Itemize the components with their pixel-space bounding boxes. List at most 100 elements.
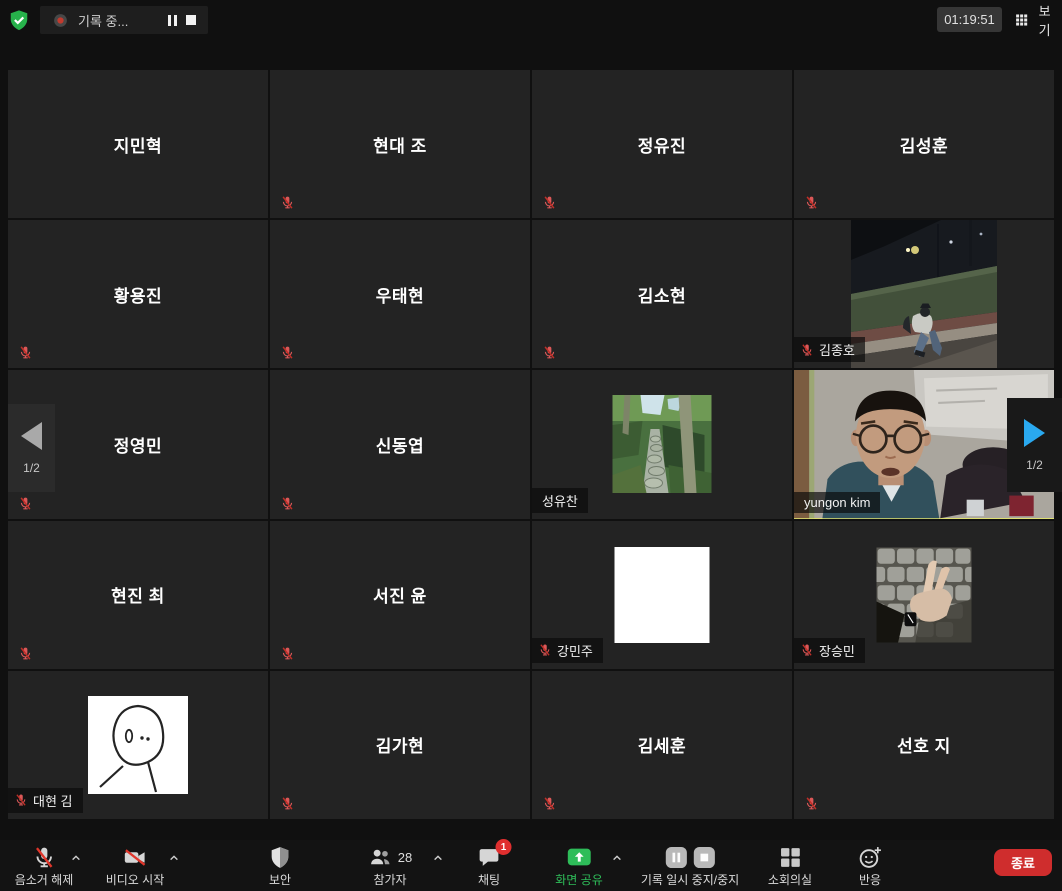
participant-name: 신동엽	[270, 370, 530, 518]
meeting-security-shield-icon[interactable]	[8, 9, 30, 31]
participant-tile[interactable]: 대현 김	[8, 671, 268, 819]
previous-page-button[interactable]: 1/2	[8, 404, 55, 492]
record-dot-icon	[52, 12, 69, 29]
participant-name: yungon kim	[804, 495, 870, 510]
participant-tile[interactable]: 장승민	[794, 521, 1054, 669]
stop-recording-icon[interactable]	[692, 846, 715, 869]
unmute-button[interactable]: 음소거 해제	[15, 845, 74, 888]
participant-name: 황용진	[8, 220, 268, 368]
participant-name: 김종호	[819, 340, 855, 359]
share-options-chevron[interactable]	[611, 852, 623, 864]
breakout-rooms-label: 소회의실	[768, 871, 812, 888]
name-tag: 성유찬	[532, 488, 588, 513]
reactions-label: 반응	[859, 871, 881, 888]
share-screen-button[interactable]: 화면 공유	[555, 845, 603, 888]
meeting-toolbar: 음소거 해제 비디오 시작 보안 28 참가자 1 채팅 화면 공유 기록	[0, 840, 1062, 891]
participant-name: 현대 조	[270, 70, 530, 218]
participants-button[interactable]: 28 참가자	[368, 845, 412, 888]
video-thumbnail-night-scene	[851, 220, 997, 368]
view-button[interactable]: 보기	[1009, 8, 1062, 31]
muted-mic-icon	[18, 345, 33, 360]
muted-mic-icon	[280, 496, 295, 511]
participant-tile[interactable]: 신동엽	[270, 370, 530, 518]
name-tag: 장승민	[794, 638, 865, 663]
participant-name: 현진 최	[8, 521, 268, 669]
participant-name: 김성훈	[794, 70, 1054, 218]
participants-label: 참가자	[373, 871, 406, 888]
participant-grid: 지민혁 현대 조 정유진 김성훈 황용진 우태현 김소현	[8, 70, 1054, 819]
participant-tile[interactable]: 황용진	[8, 220, 268, 368]
participant-name: 성유찬	[542, 491, 578, 510]
name-tag: yungon kim	[794, 492, 880, 513]
pause-recording-button[interactable]	[168, 15, 177, 26]
recording-controls-label: 기록 일시 중지/중지	[641, 871, 739, 888]
breakout-rooms-icon	[777, 845, 802, 870]
previous-page-arrow-icon	[21, 422, 42, 450]
participant-name: 김세훈	[532, 671, 792, 819]
security-label: 보안	[269, 871, 291, 888]
start-video-button[interactable]: 비디오 시작	[106, 845, 165, 888]
participants-icon	[368, 845, 393, 870]
gallery-view-icon	[1015, 13, 1028, 27]
participant-tile[interactable]: 우태현	[270, 220, 530, 368]
participant-name: 김소현	[532, 220, 792, 368]
name-tag: 김종호	[794, 337, 865, 362]
chat-button[interactable]: 1 채팅	[477, 845, 502, 888]
participant-tile[interactable]: 선호 지	[794, 671, 1054, 819]
profile-image-forest-path	[613, 395, 712, 493]
participant-tile[interactable]: 강민주	[532, 521, 792, 669]
muted-mic-icon	[538, 643, 552, 657]
share-screen-label: 화면 공유	[555, 871, 603, 888]
start-video-label: 비디오 시작	[106, 871, 165, 888]
muted-mic-icon	[542, 345, 557, 360]
name-tag: 대현 김	[8, 788, 83, 813]
participant-tile[interactable]: 성유찬	[532, 370, 792, 518]
participant-tile[interactable]: 김소현	[532, 220, 792, 368]
end-meeting-button[interactable]: 종료	[994, 849, 1052, 876]
recording-controls-button[interactable]: 기록 일시 중지/중지	[641, 845, 739, 888]
muted-camera-icon	[122, 845, 147, 870]
participant-tile[interactable]: 김세훈	[532, 671, 792, 819]
participant-name: 강민주	[557, 641, 593, 660]
page-indicator: 1/2	[23, 461, 40, 475]
participant-name: 서진 윤	[270, 521, 530, 669]
participant-name: 선호 지	[794, 671, 1054, 819]
breakout-rooms-button[interactable]: 소회의실	[768, 845, 812, 888]
participant-tile[interactable]: 지민혁	[8, 70, 268, 218]
meeting-timer: 01:19:51	[937, 7, 1002, 32]
muted-mic-icon	[804, 195, 819, 210]
pause-recording-icon[interactable]	[664, 846, 687, 869]
participant-tile[interactable]: 현진 최	[8, 521, 268, 669]
next-page-arrow-icon	[1024, 419, 1045, 447]
participant-tile[interactable]: 김종호	[794, 220, 1054, 368]
participants-count: 28	[398, 850, 412, 865]
recording-status-label: 기록 중...	[78, 11, 159, 30]
participant-tile[interactable]: 정유진	[532, 70, 792, 218]
participant-name: 장승민	[819, 641, 855, 660]
profile-image-face-sketch	[88, 696, 188, 794]
participant-name: 지민혁	[8, 70, 268, 218]
muted-mic-icon	[804, 796, 819, 811]
stop-recording-button[interactable]	[186, 15, 196, 25]
muted-mic-icon	[280, 796, 295, 811]
muted-mic-icon	[542, 195, 557, 210]
name-tag: 강민주	[532, 638, 603, 663]
muted-mic-icon	[31, 845, 56, 870]
participant-tile[interactable]: 김가현	[270, 671, 530, 819]
muted-mic-icon	[280, 345, 295, 360]
participant-tile[interactable]: 서진 윤	[270, 521, 530, 669]
muted-mic-icon	[280, 195, 295, 210]
top-bar: 기록 중... 01:19:51 보기	[0, 0, 1062, 40]
security-button[interactable]: 보안	[268, 845, 293, 888]
reactions-button[interactable]: 반응	[858, 845, 883, 888]
video-options-chevron[interactable]	[168, 852, 180, 864]
muted-mic-icon	[18, 496, 33, 511]
recording-indicator: 기록 중...	[40, 6, 208, 34]
chat-unread-badge: 1	[496, 839, 512, 855]
participant-tile[interactable]: 현대 조	[270, 70, 530, 218]
next-page-button[interactable]: 1/2	[1007, 398, 1062, 492]
audio-options-chevron[interactable]	[70, 852, 82, 864]
participants-options-chevron[interactable]	[432, 852, 444, 864]
participant-tile[interactable]: 김성훈	[794, 70, 1054, 218]
muted-mic-icon	[800, 343, 814, 357]
